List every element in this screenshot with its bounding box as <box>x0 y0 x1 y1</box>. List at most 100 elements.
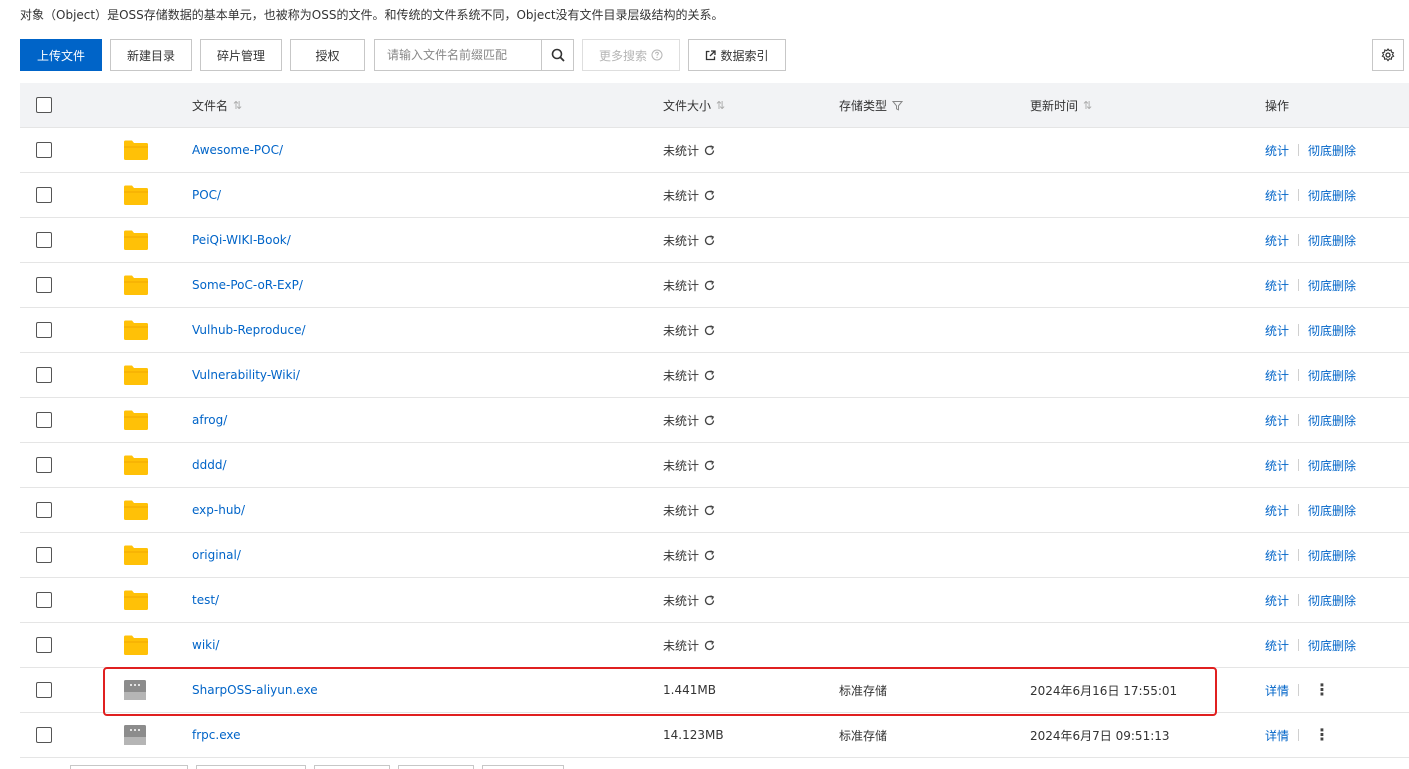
permanent-delete-link[interactable]: 彻底删除 <box>1308 637 1356 654</box>
header-operations-label: 操作 <box>1265 98 1290 113</box>
ops-divider <box>1298 369 1300 381</box>
settings-button[interactable] <box>1372 39 1404 71</box>
refresh-icon[interactable] <box>704 549 715 561</box>
row-checkbox[interactable] <box>36 187 52 203</box>
row-checkbox[interactable] <box>36 322 52 338</box>
header-updated-time[interactable]: 更新时间 ⇅ <box>1030 83 1092 127</box>
row-icon-cell <box>123 173 149 217</box>
row-size-cell: 未统计 <box>663 128 715 172</box>
row-checkbox[interactable] <box>36 682 52 698</box>
refresh-icon[interactable] <box>704 144 715 156</box>
select-all-checkbox[interactable] <box>36 97 52 113</box>
stats-link[interactable]: 统计 <box>1265 322 1289 339</box>
stats-link[interactable]: 统计 <box>1265 502 1289 519</box>
stats-link[interactable]: 统计 <box>1265 142 1289 159</box>
row-checkbox[interactable] <box>36 457 52 473</box>
filter-icon[interactable] <box>892 100 904 111</box>
permanent-delete-link[interactable]: 彻底删除 <box>1308 277 1356 294</box>
fragment-management-button[interactable]: 碎片管理 <box>200 39 282 71</box>
more-search-button[interactable]: 更多搜索 <box>582 39 680 71</box>
details-link[interactable]: 详情 <box>1265 727 1289 744</box>
row-size-cell: 未统计 <box>663 443 715 487</box>
refresh-icon[interactable] <box>704 639 715 651</box>
pagination-stub <box>196 765 306 769</box>
row-ops-cell: 统计 彻底删除 <box>1265 173 1356 217</box>
permanent-delete-link[interactable]: 彻底删除 <box>1308 502 1356 519</box>
permanent-delete-link[interactable]: 彻底删除 <box>1308 142 1356 159</box>
permanent-delete-link[interactable]: 彻底删除 <box>1308 547 1356 564</box>
stats-link[interactable]: 统计 <box>1265 637 1289 654</box>
file-name-link[interactable]: Vulnerability-Wiki/ <box>192 368 300 382</box>
permanent-delete-link[interactable]: 彻底删除 <box>1308 232 1356 249</box>
more-vertical-icon[interactable]: ⋮ <box>1314 682 1330 698</box>
row-ops-cell: 统计 彻底删除 <box>1265 218 1356 262</box>
row-checkbox[interactable] <box>36 277 52 293</box>
table-row: test/ 未统计 统计 彻底删除 <box>20 578 1409 623</box>
permanent-delete-link[interactable]: 彻底删除 <box>1308 592 1356 609</box>
row-icon-cell <box>123 218 149 262</box>
refresh-icon[interactable] <box>704 234 715 246</box>
refresh-icon[interactable] <box>704 369 715 381</box>
file-name-link[interactable]: frpc.exe <box>192 728 240 742</box>
new-directory-button[interactable]: 新建目录 <box>110 39 192 71</box>
row-checkbox[interactable] <box>36 592 52 608</box>
header-filesize-label: 文件大小 <box>663 98 712 113</box>
sort-icon[interactable]: ⇅ <box>716 99 725 112</box>
header-filesize[interactable]: 文件大小 ⇅ <box>663 83 725 127</box>
search-input[interactable] <box>375 40 541 70</box>
refresh-icon[interactable] <box>704 459 715 471</box>
file-name-link[interactable]: Awesome-POC/ <box>192 143 283 157</box>
stats-link[interactable]: 统计 <box>1265 412 1289 429</box>
stats-link[interactable]: 统计 <box>1265 547 1289 564</box>
file-name-link[interactable]: original/ <box>192 548 241 562</box>
file-name-link[interactable]: exp-hub/ <box>192 503 245 517</box>
row-size-cell: 未统计 <box>663 578 715 622</box>
file-name-link[interactable]: dddd/ <box>192 458 227 472</box>
sort-icon[interactable]: ⇅ <box>1083 99 1092 112</box>
header-filename[interactable]: 文件名 ⇅ <box>192 83 242 127</box>
file-name-link[interactable]: wiki/ <box>192 638 219 652</box>
sort-icon[interactable]: ⇅ <box>233 99 242 112</box>
row-checkbox[interactable] <box>36 502 52 518</box>
file-name-link[interactable]: POC/ <box>192 188 221 202</box>
stats-link[interactable]: 统计 <box>1265 367 1289 384</box>
row-checkbox[interactable] <box>36 142 52 158</box>
refresh-icon[interactable] <box>704 279 715 291</box>
file-name-link[interactable]: afrog/ <box>192 413 227 427</box>
file-name-link[interactable]: Some-PoC-oR-ExP/ <box>192 278 303 292</box>
search-button[interactable] <box>541 40 573 70</box>
file-name-link[interactable]: SharpOSS-aliyun.exe <box>192 683 318 697</box>
refresh-icon[interactable] <box>704 504 715 516</box>
permanent-delete-link[interactable]: 彻底删除 <box>1308 412 1356 429</box>
row-checkbox[interactable] <box>36 367 52 383</box>
row-checkbox[interactable] <box>36 232 52 248</box>
stats-link[interactable]: 统计 <box>1265 592 1289 609</box>
refresh-icon[interactable] <box>704 594 715 606</box>
more-vertical-icon[interactable]: ⋮ <box>1314 727 1330 743</box>
row-checkbox[interactable] <box>36 412 52 428</box>
data-index-button[interactable]: 数据索引 <box>688 39 786 71</box>
stats-link[interactable]: 统计 <box>1265 457 1289 474</box>
details-link[interactable]: 详情 <box>1265 682 1289 699</box>
stats-link[interactable]: 统计 <box>1265 187 1289 204</box>
file-name-link[interactable]: test/ <box>192 593 219 607</box>
refresh-icon[interactable] <box>704 189 715 201</box>
refresh-icon[interactable] <box>704 324 715 336</box>
row-checkbox[interactable] <box>36 547 52 563</box>
file-name-link[interactable]: Vulhub-Reproduce/ <box>192 323 306 337</box>
authorize-button[interactable]: 授权 <box>290 39 365 71</box>
row-checkbox[interactable] <box>36 637 52 653</box>
header-storage-type[interactable]: 存储类型 <box>839 83 904 127</box>
stats-link[interactable]: 统计 <box>1265 277 1289 294</box>
permanent-delete-link[interactable]: 彻底删除 <box>1308 322 1356 339</box>
refresh-icon[interactable] <box>704 414 715 426</box>
permanent-delete-link[interactable]: 彻底删除 <box>1308 367 1356 384</box>
stats-link[interactable]: 统计 <box>1265 232 1289 249</box>
permanent-delete-link[interactable]: 彻底删除 <box>1308 457 1356 474</box>
upload-button[interactable]: 上传文件 <box>20 39 102 71</box>
row-ops-cell: 统计 彻底删除 <box>1265 533 1356 577</box>
permanent-delete-link[interactable]: 彻底删除 <box>1308 187 1356 204</box>
row-checkbox[interactable] <box>36 727 52 743</box>
file-name-link[interactable]: PeiQi-WIKI-Book/ <box>192 233 291 247</box>
row-select-cell <box>36 173 52 217</box>
